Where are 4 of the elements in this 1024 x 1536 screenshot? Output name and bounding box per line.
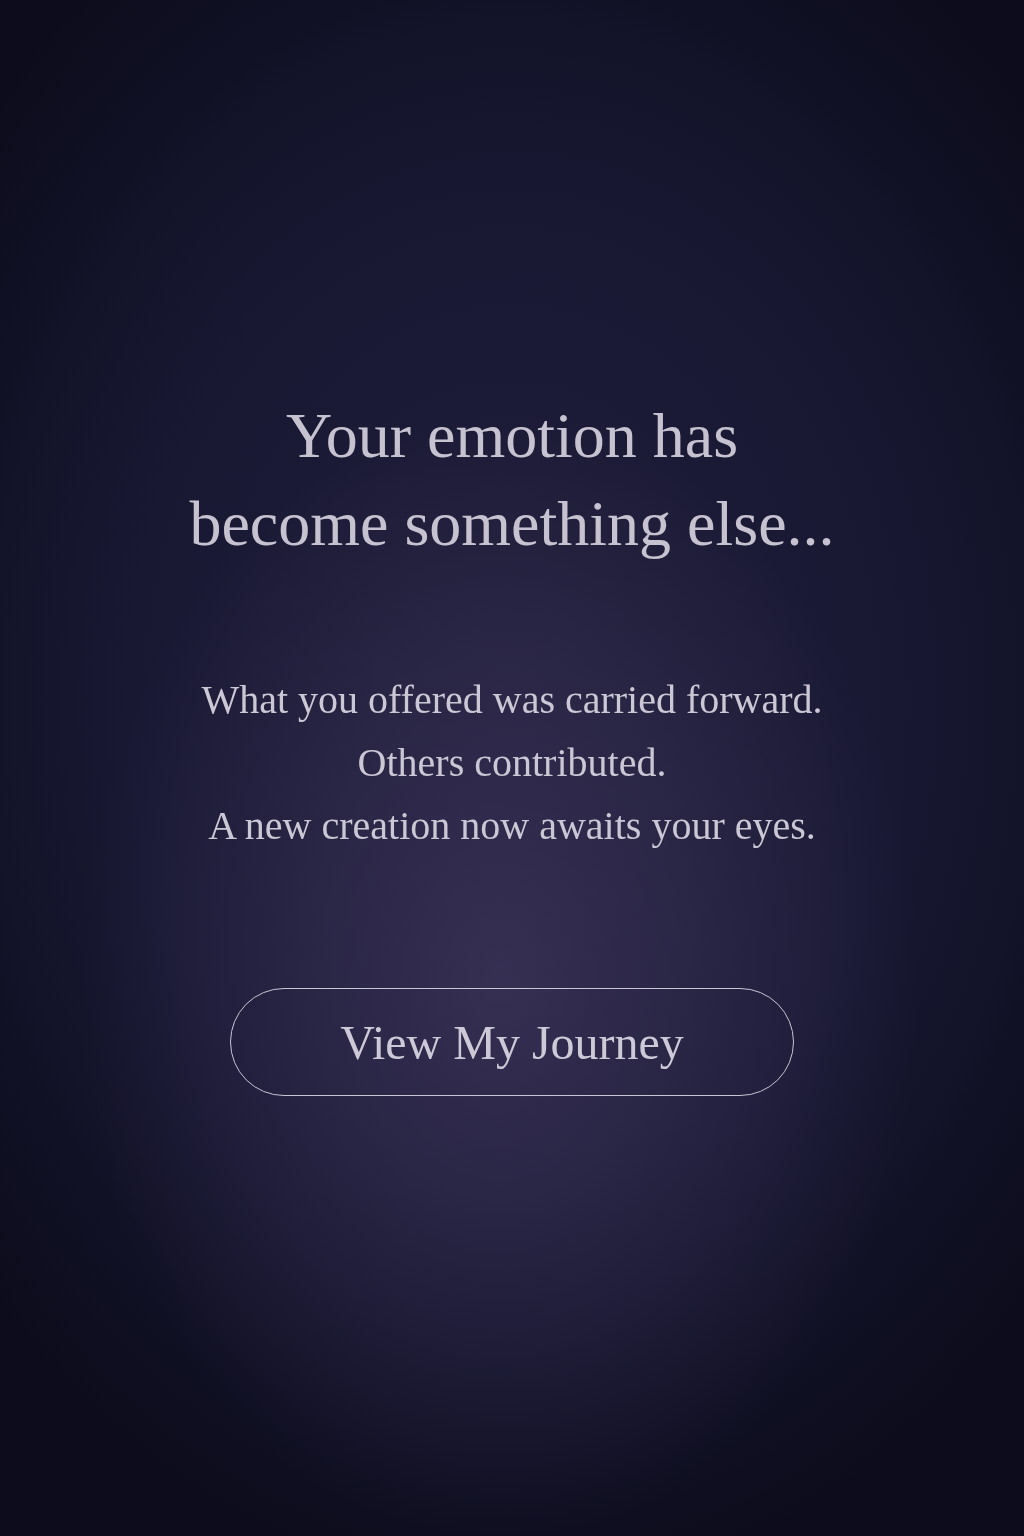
message-text: What you offered was carried forward. bbox=[201, 676, 823, 724]
message-text: Others contributed. bbox=[357, 739, 667, 787]
headline-text: Your emotion has become something else... bbox=[189, 399, 835, 561]
message-text: A new creation now awaits your eyes. bbox=[208, 802, 816, 850]
